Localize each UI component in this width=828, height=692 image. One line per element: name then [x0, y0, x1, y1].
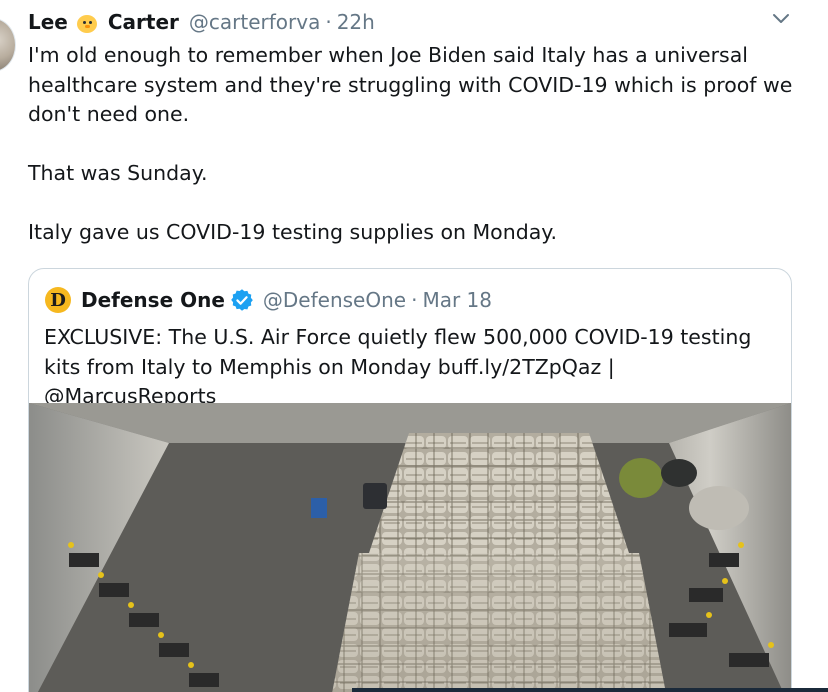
tweet-paragraph: That was Sunday.	[28, 161, 208, 185]
cargo-plane-interior-photo[interactable]	[29, 403, 791, 692]
horizontal-scrollbar[interactable]	[352, 688, 828, 692]
quoted-author-handle: @DefenseOne	[262, 288, 407, 312]
verified-badge-icon	[231, 289, 253, 311]
quoted-tweet-header: D Defense One @DefenseOne · Mar 18	[45, 285, 492, 315]
separator-dot: ·	[411, 288, 418, 312]
tweet-header: Lee Carter @carterforva · 22h	[28, 8, 375, 36]
tweet-body: I'm old enough to remember when Joe Bide…	[28, 41, 798, 248]
quoted-tweet-text: EXCLUSIVE: The U.S. Air Force quietly fl…	[44, 325, 752, 408]
tweet-paragraph: Italy gave us COVID-19 testing supplies …	[28, 220, 558, 244]
quoted-tweet-card[interactable]: D Defense One @DefenseOne · Mar 18 EXCLU…	[28, 268, 792, 692]
quoted-author-name: Defense One	[81, 288, 225, 312]
chevron-down-icon[interactable]	[772, 12, 790, 26]
author-avatar[interactable]	[0, 18, 16, 72]
author-last-name[interactable]: Carter	[108, 10, 179, 34]
tweet-timestamp[interactable]: 22h	[337, 10, 375, 34]
chick-icon	[76, 11, 98, 33]
defense-one-avatar: D	[45, 287, 71, 313]
separator-dot: ·	[325, 10, 332, 34]
author-first-name[interactable]: Lee	[28, 10, 68, 34]
quoted-tweet-timestamp: Mar 18	[422, 288, 492, 312]
tweet-view: Lee Carter @carterforva · 22h I'm old en…	[0, 0, 828, 692]
tweet-paragraph: I'm old enough to remember when Joe Bide…	[28, 43, 793, 126]
author-handle[interactable]: @carterforva	[189, 10, 320, 34]
